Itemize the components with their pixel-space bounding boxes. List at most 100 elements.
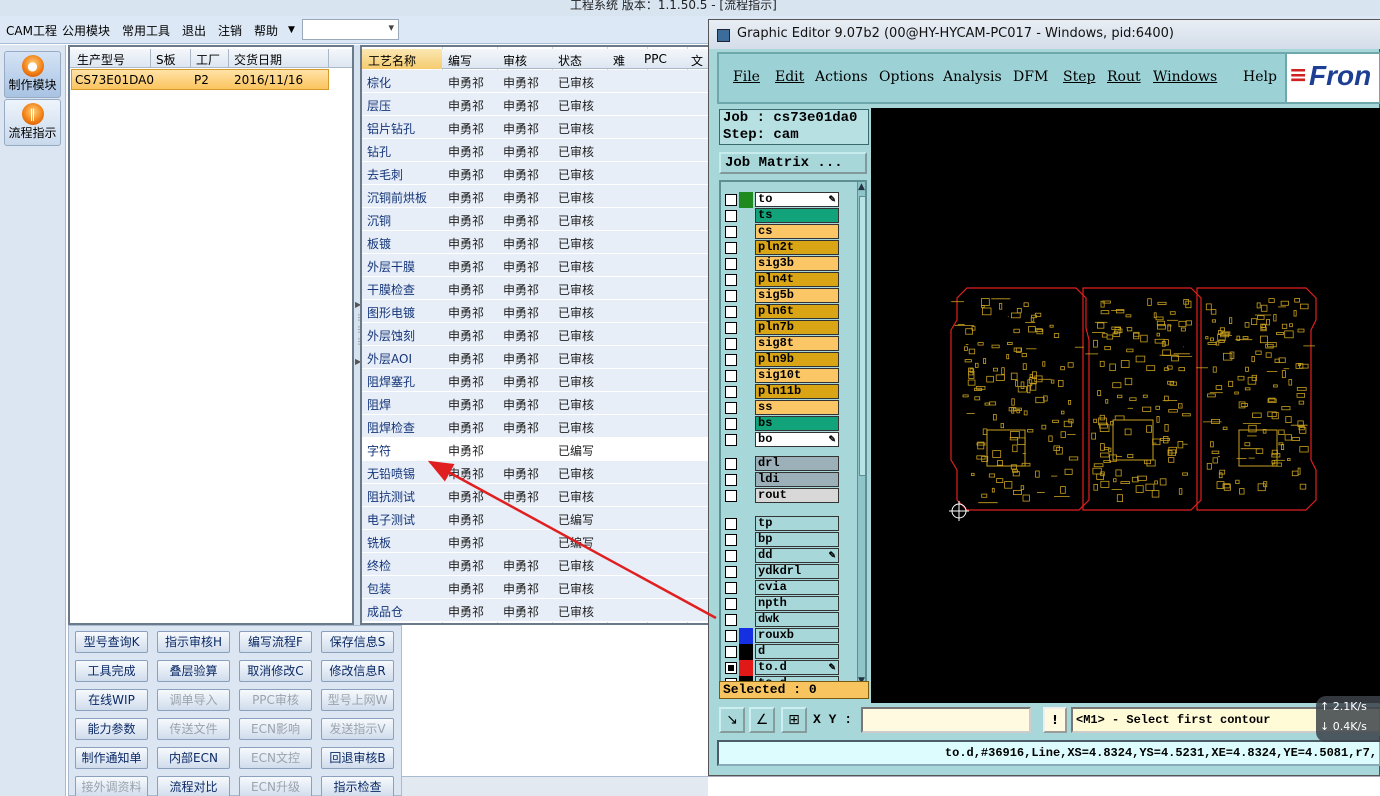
function-button[interactable]: ECN文控 <box>239 747 312 769</box>
table-row[interactable]: 阻焊检查 申勇祁 申勇祁 已审核 <box>362 415 758 438</box>
layer-name[interactable]: rouxb <box>755 628 839 643</box>
function-button[interactable]: 调单导入 <box>157 689 230 711</box>
menu-help[interactable]: 帮助 <box>254 22 278 39</box>
layer-color-swatch[interactable] <box>739 256 753 272</box>
layer-checkbox[interactable] <box>725 210 737 222</box>
layer-checkbox[interactable] <box>725 434 737 446</box>
scroll-up-icon[interactable]: ▲ <box>858 182 865 192</box>
layer-checkbox[interactable] <box>725 534 737 546</box>
menu-exit[interactable]: 退出 <box>182 22 206 39</box>
layer-row[interactable]: pln4t <box>723 272 857 288</box>
layer-checkbox[interactable] <box>725 550 737 562</box>
layer-row[interactable]: dwk <box>723 612 857 628</box>
layer-row[interactable]: pln6t <box>723 304 857 320</box>
ge-menu-analysis[interactable]: Analysis <box>943 69 1002 85</box>
table-row[interactable]: 铝片钻孔 申勇祁 申勇祁 已审核 <box>362 116 758 139</box>
layer-row[interactable]: cs <box>723 224 857 240</box>
layer-color-swatch[interactable] <box>739 488 753 504</box>
layer-color-swatch[interactable] <box>739 548 753 564</box>
layer-checkbox[interactable] <box>725 662 737 674</box>
layer-row[interactable]: d <box>723 644 857 660</box>
layer-color-swatch[interactable] <box>739 240 753 256</box>
table-row[interactable]: 铣板 申勇祁 已编写 <box>362 530 758 553</box>
layer-color-swatch[interactable] <box>739 612 753 628</box>
layer-name[interactable]: npth <box>755 596 839 611</box>
layer-color-swatch[interactable] <box>739 352 753 368</box>
layer-color-swatch[interactable] <box>739 432 753 448</box>
menu-tools[interactable]: 常用工具 <box>122 22 170 39</box>
layer-row[interactable]: to.d ✎ <box>723 660 857 676</box>
module-button-make[interactable]: ● 制作模块 <box>4 51 61 98</box>
layer-color-swatch[interactable] <box>739 596 753 612</box>
measure-tool-button[interactable]: ∠ <box>749 707 775 733</box>
layer-name[interactable]: sig8t <box>755 336 839 351</box>
layer-name[interactable]: pln6t <box>755 304 839 319</box>
layer-name[interactable]: ydkdrl <box>755 564 839 579</box>
layer-checkbox[interactable] <box>725 566 737 578</box>
warning-button[interactable]: ! <box>1043 707 1067 733</box>
function-button[interactable]: PPC审核 <box>239 689 312 711</box>
layer-name[interactable]: pln4t <box>755 272 839 287</box>
layer-name[interactable]: cvia <box>755 580 839 595</box>
layer-row[interactable]: rout <box>723 488 857 504</box>
layer-name[interactable]: bo ✎ <box>755 432 839 447</box>
table-row[interactable]: 图形电镀 申勇祁 申勇祁 已审核 <box>362 300 758 323</box>
ge-menu-options[interactable]: Options <box>879 69 934 85</box>
function-button[interactable]: 叠层验算 <box>157 660 230 682</box>
layer-color-swatch[interactable] <box>739 224 753 240</box>
xy-input[interactable] <box>861 707 1031 733</box>
table-row[interactable]: 阻焊 申勇祁 申勇祁 已审核 <box>362 392 758 415</box>
zoom-tool-button[interactable]: ↘ <box>719 707 745 733</box>
col-header-date[interactable]: 交货日期 <box>234 51 282 68</box>
layer-name[interactable]: pln9b <box>755 352 839 367</box>
ge-menu-windows[interactable]: Windows <box>1153 69 1217 85</box>
layer-color-swatch[interactable] <box>739 208 753 224</box>
layer-checkbox[interactable] <box>725 354 737 366</box>
layer-name[interactable]: dd ✎ <box>755 548 839 563</box>
table-row[interactable]: 外层蚀刻 申勇祁 申勇祁 已审核 <box>362 323 758 346</box>
function-button[interactable]: ECN升级 <box>239 776 312 796</box>
layer-row[interactable]: npth <box>723 596 857 612</box>
layer-color-swatch[interactable] <box>739 472 753 488</box>
module-button-flow[interactable]: ‖ 流程指示 <box>4 99 61 146</box>
layer-name[interactable]: to.d ✎ <box>755 660 839 675</box>
layer-color-swatch[interactable] <box>739 628 753 644</box>
layer-name[interactable]: sig10t <box>755 368 839 383</box>
layer-color-swatch[interactable] <box>739 320 753 336</box>
layer-row[interactable]: sig10t <box>723 368 857 384</box>
table-row[interactable]: 棕化 申勇祁 申勇祁 已审核 <box>362 70 758 93</box>
function-button[interactable]: 流程对比 <box>157 776 230 796</box>
layer-name[interactable]: cs <box>755 224 839 239</box>
col-header-difficulty[interactable]: 难 <box>613 52 625 69</box>
layer-name[interactable]: ss <box>755 400 839 415</box>
function-button[interactable]: 能力参数 <box>75 718 148 740</box>
layer-checkbox[interactable] <box>725 306 737 318</box>
table-row[interactable]: 无铅喷锡 申勇祁 申勇祁 已审核 <box>362 461 758 484</box>
table-row[interactable]: 字符 申勇祁 已编写 <box>362 438 758 461</box>
table-row[interactable]: 成品仓 申勇祁 申勇祁 已审核 <box>362 599 758 622</box>
layer-name[interactable]: drl <box>755 456 839 471</box>
layer-row[interactable]: drl <box>723 456 857 472</box>
function-button[interactable]: 保存信息S <box>321 631 394 653</box>
layer-name[interactable]: sig3b <box>755 256 839 271</box>
layer-name[interactable]: sig5b <box>755 288 839 303</box>
menu-cam[interactable]: CAM工程 <box>6 22 57 39</box>
function-button[interactable]: 接外调资料 <box>75 776 148 796</box>
layer-color-swatch[interactable] <box>739 400 753 416</box>
col-header-status[interactable]: 状态 <box>558 52 582 69</box>
function-button[interactable]: ECN影响 <box>239 718 312 740</box>
table-row[interactable]: 板镀 申勇祁 申勇祁 已审核 <box>362 231 758 254</box>
layer-color-swatch[interactable] <box>739 384 753 400</box>
layer-row[interactable]: ts <box>723 208 857 224</box>
ge-menu-edit[interactable]: Edit <box>775 69 804 85</box>
layer-name[interactable]: dwk <box>755 612 839 627</box>
layer-row[interactable]: pln7b <box>723 320 857 336</box>
layer-name[interactable]: ts <box>755 208 839 223</box>
layer-color-swatch[interactable] <box>739 304 753 320</box>
layer-row[interactable]: bp <box>723 532 857 548</box>
table-row[interactable]: 沉铜 申勇祁 申勇祁 已审核 <box>362 208 758 231</box>
layer-row[interactable]: pln2t <box>723 240 857 256</box>
layer-row[interactable]: dd ✎ <box>723 548 857 564</box>
product-row-selected[interactable]: CS73E01DA0 P2 2016/11/16 <box>71 69 329 90</box>
col-header-model[interactable]: 生产型号 <box>77 51 125 68</box>
